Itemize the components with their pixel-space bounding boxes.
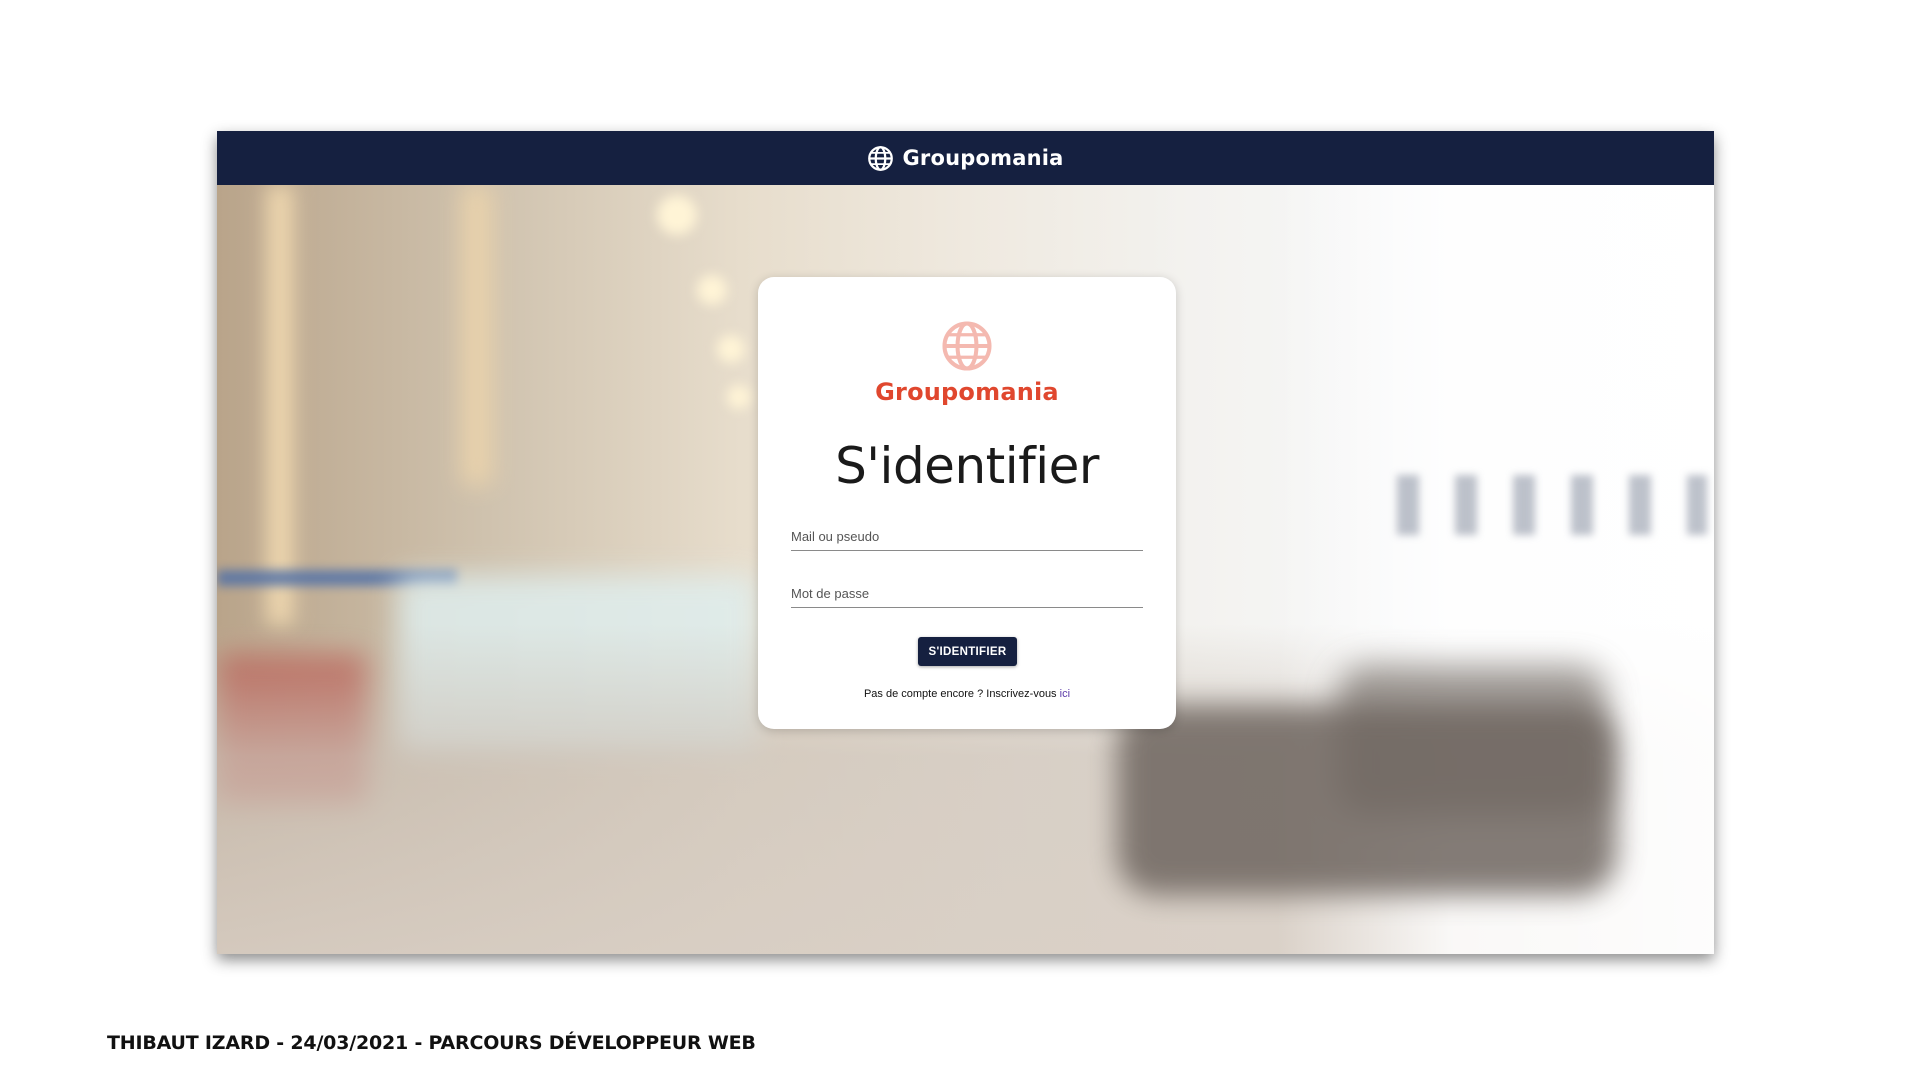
page-title: S'identifier	[835, 437, 1099, 495]
footer-caption: THIBAUT IZARD - 24/03/2021 - PARCOURS DÉ…	[107, 1032, 756, 1054]
app-screenshot-frame: Groupomania Groupomania S'identifier Mai…	[217, 131, 1714, 954]
navbar-brand[interactable]: Groupomania	[902, 146, 1063, 170]
signup-link[interactable]: ici	[1060, 688, 1070, 700]
globe-icon	[867, 145, 894, 172]
login-field[interactable]: Mail ou pseudo	[791, 525, 1143, 551]
login-submit-button[interactable]: S'IDENTIFIER	[918, 637, 1017, 666]
password-field-placeholder: Mot de passe	[791, 586, 870, 601]
password-field[interactable]: Mot de passe	[791, 582, 1143, 608]
top-navbar: Groupomania	[217, 131, 1714, 185]
login-card: Groupomania S'identifier Mail ou pseudo …	[758, 277, 1176, 729]
signup-text: Pas de compte encore ? Inscrivez-vous	[863, 688, 1057, 700]
blurred-lobby-background: Groupomania S'identifier Mail ou pseudo …	[217, 185, 1714, 954]
login-field-placeholder: Mail ou pseudo	[791, 529, 880, 544]
globe-icon	[758, 319, 1176, 373]
logo-text: Groupomania	[875, 378, 1059, 406]
signup-prompt: Pas de compte encore ? Inscrivez-vous ic…	[758, 688, 1176, 700]
